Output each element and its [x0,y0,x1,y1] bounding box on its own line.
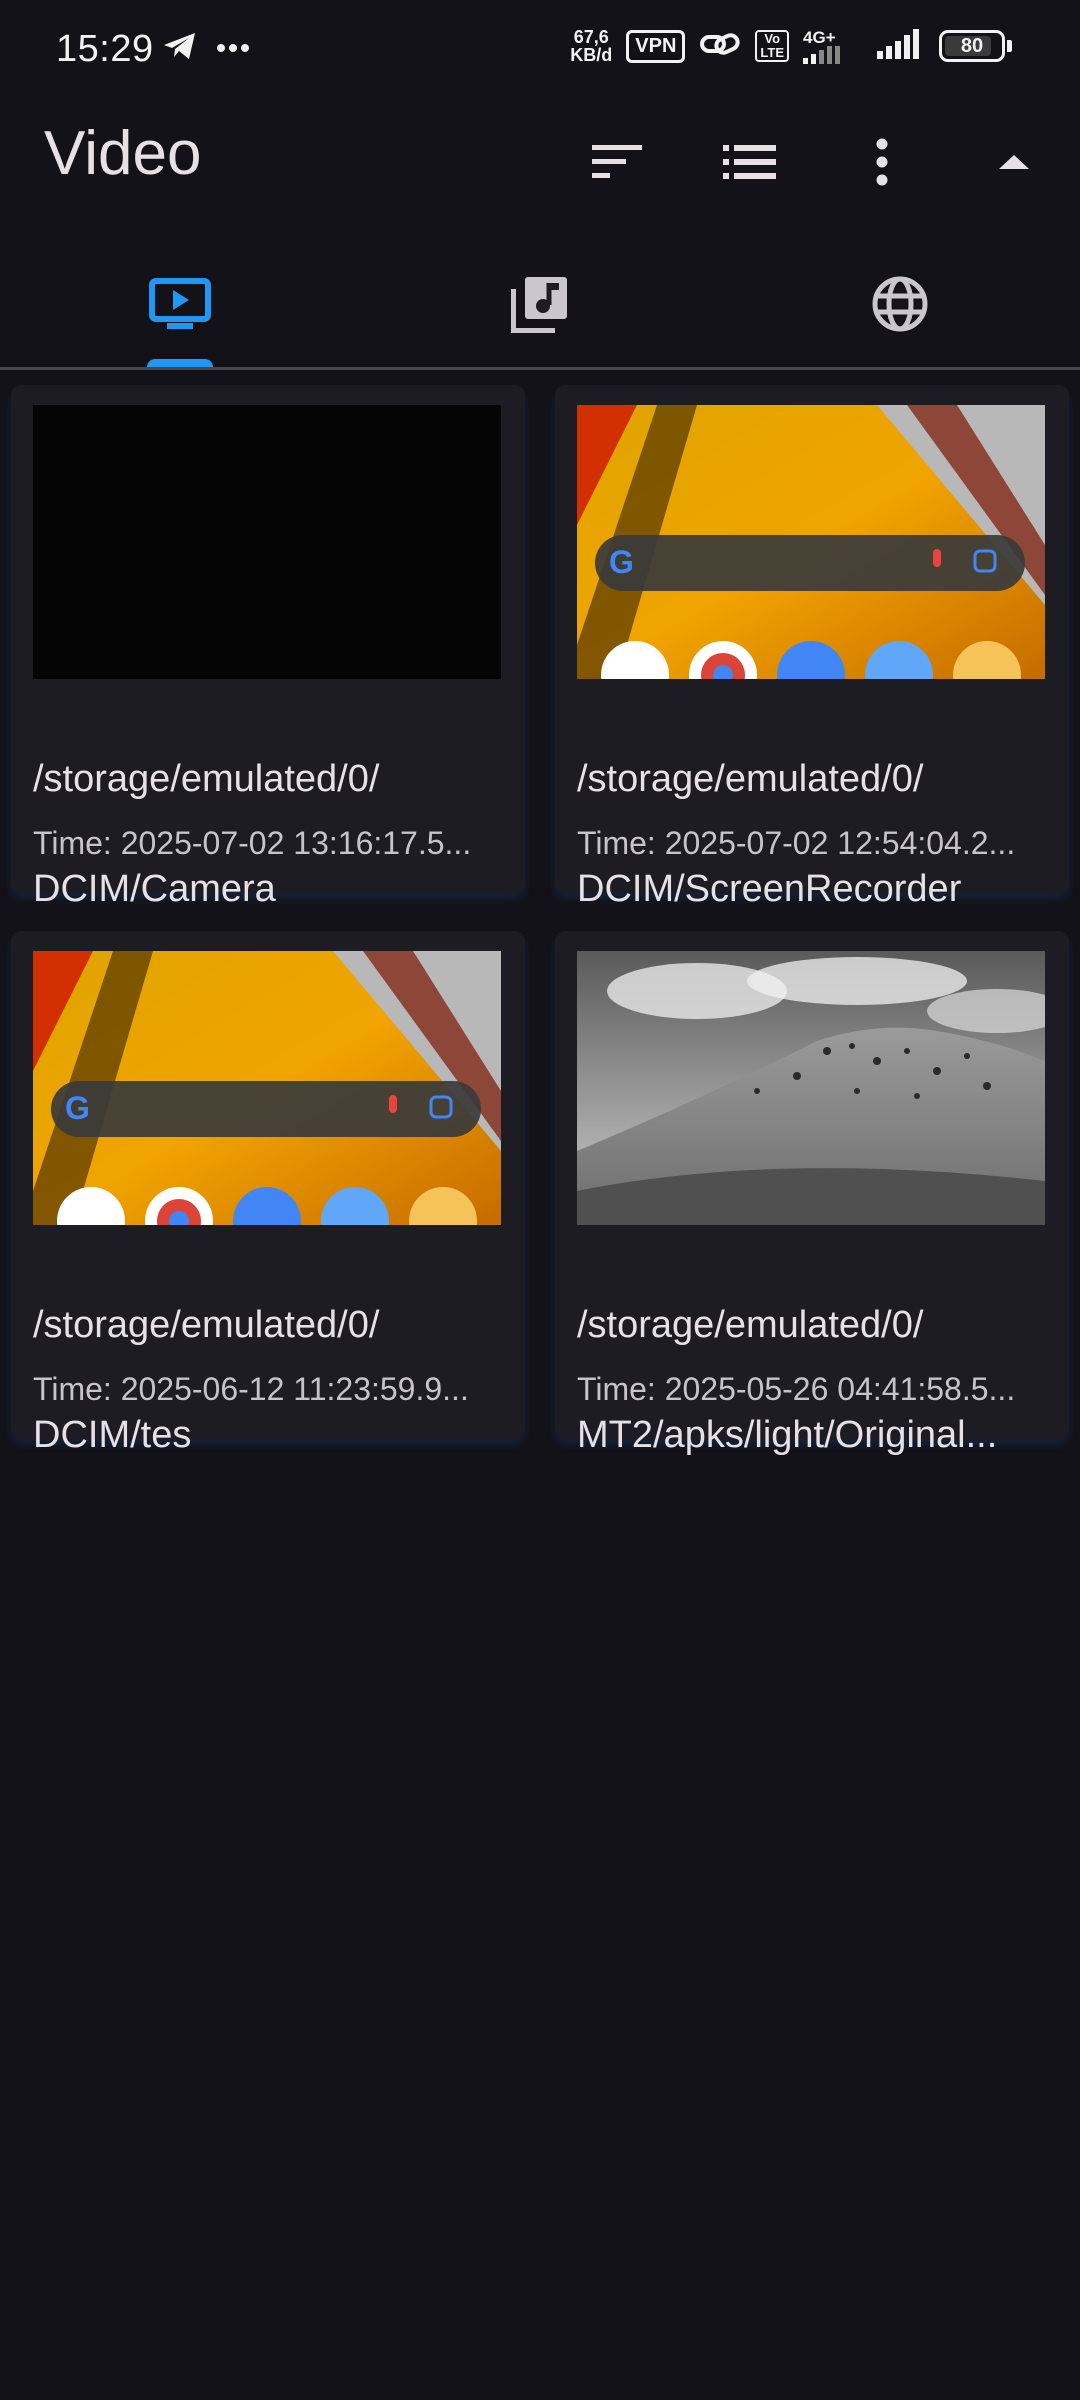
tab-web[interactable] [720,240,1080,367]
more-dots-icon [216,40,250,58]
list-view-icon [723,145,776,179]
tab-video[interactable] [0,240,360,367]
svg-text:G: G [65,1090,90,1126]
sort-button[interactable] [552,122,684,202]
list-view-button[interactable] [684,122,816,202]
tab-bar [0,240,1080,370]
status-bar: 15:29 67,6 KB/d VPN Vo LTE 4G+ 80 [0,0,1080,104]
telegram-icon [162,30,198,67]
link-icon [699,29,741,64]
status-time: 15:29 [56,28,154,70]
svg-text:G: G [609,544,634,580]
video-card[interactable]: G /storage/emulated/0/ DCIM/ScreenRecord… [555,385,1069,910]
volte-badge: Vo LTE [755,30,789,62]
collapse-button[interactable] [948,122,1080,202]
video-card[interactable]: /storage/emulated/0/ DCIM/Camera Time: 2… [11,385,525,910]
network-speed: 67,6 KB/d [570,27,613,65]
video-time: Time: 2025-07-02 13:16:17.5... [33,825,472,861]
video-grid: /storage/emulated/0/ DCIM/Camera Time: 2… [11,385,1069,1456]
video-time: Time: 2025-06-12 11:23:59.9... [33,1371,469,1407]
video-time: Time: 2025-07-02 12:54:04.2... [577,825,1016,861]
more-vert-icon [876,138,888,186]
top-app-bar: Video [0,104,1080,254]
signal-4g: 4G+ [803,29,863,64]
battery-indicator: 80 [939,30,1005,62]
signal-icon [803,45,840,64]
music-library-icon [511,276,567,333]
tab-active-indicator [147,359,213,367]
signal-strength-icon [877,28,925,64]
tab-music[interactable] [360,240,720,367]
more-options-button[interactable] [816,122,948,202]
page-title: Video [44,119,202,188]
video-thumbnail [33,405,501,679]
collapse-arrow-icon [999,155,1029,169]
video-thumbnail: G [577,405,1045,679]
video-thumbnail [577,951,1045,1225]
globe-icon [872,276,928,331]
video-card[interactable]: G /storage/emulated/0/ DCIM/tes Time: 20… [11,931,525,1456]
vpn-badge: VPN [626,29,686,63]
video-time: Time: 2025-05-26 04:41:58.5... [577,1371,1016,1407]
video-thumbnail: G [33,951,501,1225]
video-card[interactable]: /storage/emulated/0/ MT2/apks/light/Orig… [555,931,1069,1456]
video-tab-icon [149,277,211,329]
sort-icon [592,145,642,178]
